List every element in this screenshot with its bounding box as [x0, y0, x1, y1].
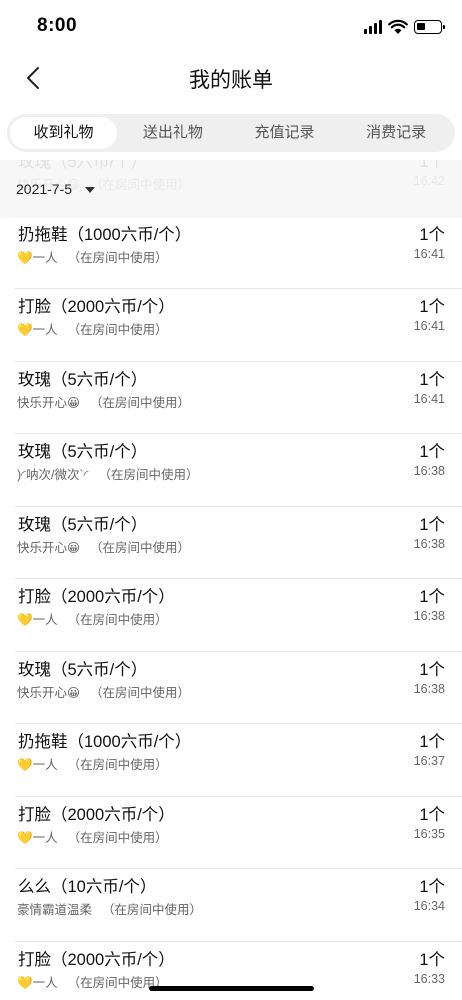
gift-name: 打脸（2000六币/个）	[18, 805, 175, 824]
gift-list[interactable]: 玫瑰（5六币/个）快乐开心😀（在房间中使用）1个16:42扔拖鞋（1000六币/…	[0, 160, 462, 1000]
gift-name: 么么（10六币/个）	[18, 878, 157, 896]
gift-count: 1个	[419, 588, 445, 606]
sender-name: )◜呐次/微次`◜	[17, 468, 89, 482]
sender-name: 💛一人	[17, 323, 58, 337]
gift-sender: 💛一人 （在房间中使用）	[17, 247, 168, 266]
gift-count: 1个	[419, 733, 445, 751]
gift-sender: 💛一人 （在房间中使用）	[17, 754, 168, 773]
gift-name: 玫瑰（5六币/个）	[18, 443, 148, 461]
gift-count: 1个	[419, 515, 445, 534]
status-icons	[364, 17, 445, 37]
gift-name: 玫瑰（5六币/个）	[18, 660, 148, 679]
status-time: 8:00	[37, 15, 78, 36]
gift-name: 打脸（2000六币/个）	[18, 298, 175, 316]
gift-sender: 💛一人 （在房间中使用）	[17, 972, 168, 991]
usage-note: （在房间中使用）	[67, 613, 168, 627]
gift-count: 1个	[419, 225, 445, 244]
sender-name: 💛一人	[17, 613, 58, 627]
list-item[interactable]: 打脸（2000六币/个） 💛一人 （在房间中使用） 1个 16:38	[0, 579, 462, 652]
gift-name: 玫瑰（5六币/个）	[18, 370, 148, 389]
gift-time: 16:34	[413, 899, 445, 913]
tab-received-gifts[interactable]: 收到礼物	[10, 117, 117, 149]
usage-note: （在房间中使用）	[67, 323, 168, 337]
gift-sender: 快乐开心😀 （在房间中使用）	[17, 392, 190, 411]
gift-name: 打脸（2000六币/个）	[18, 950, 175, 969]
gift-time: 16:35	[413, 826, 445, 841]
gift-sender: 快乐开心😀 （在房间中使用）	[17, 682, 190, 701]
gift-count: 1个	[419, 878, 445, 896]
usage-note: （在房间中使用）	[90, 685, 191, 700]
usage-note: （在房间中使用）	[102, 903, 203, 917]
gift-count: 1个	[419, 370, 445, 389]
list-item[interactable]: 玫瑰（5六币/个） 快乐开心😀 （在房间中使用） 1个 16:38	[0, 507, 462, 580]
gift-time: 16:41	[413, 391, 445, 406]
sender-name: 快乐开心😀	[17, 395, 81, 410]
usage-note: （在房间中使用）	[67, 250, 168, 265]
tab-sent-gifts[interactable]: 送出礼物	[117, 117, 229, 149]
gift-sender: 豪情霸道温柔 （在房间中使用）	[17, 899, 202, 918]
home-indicator	[149, 986, 314, 991]
gift-count: 1个	[419, 298, 445, 316]
list-item[interactable]: 扔拖鞋（1000六币/个） 💛一人 （在房间中使用） 1个 16:37	[0, 724, 462, 797]
list-item[interactable]: 玫瑰（5六币/个） 快乐开心😀 （在房间中使用） 1个 16:41	[0, 362, 462, 435]
list-item[interactable]: 打脸（2000六币/个） 💛一人 （在房间中使用） 1个 16:33	[0, 942, 462, 1000]
tab-bar: 收到礼物 送出礼物 充值记录 消费记录	[7, 114, 455, 152]
gift-time: 16:38	[413, 536, 445, 551]
gift-count: 1个	[419, 660, 445, 679]
gift-time: 16:38	[413, 609, 445, 623]
gift-time: 16:41	[413, 246, 445, 261]
gift-count: 1个	[419, 950, 445, 969]
usage-note: （在房间中使用）	[67, 758, 168, 772]
list-item[interactable]: 玫瑰（5六币/个） )◜呐次/微次`◜ （在房间中使用） 1个 16:38	[0, 434, 462, 507]
gift-name: 扔拖鞋（1000六币/个）	[18, 733, 192, 751]
list-item[interactable]: 玫瑰（5六币/个） 快乐开心😀 （在房间中使用） 1个 16:38	[0, 652, 462, 725]
list-item[interactable]: 打脸（2000六币/个） 💛一人 （在房间中使用） 1个 16:35	[0, 797, 462, 870]
battery-icon	[414, 20, 445, 34]
sender-name: 💛一人	[17, 758, 58, 772]
usage-note: （在房间中使用）	[67, 830, 168, 845]
usage-note: （在房间中使用）	[90, 540, 191, 555]
gift-time: 16:37	[413, 754, 445, 768]
date-label: 2021-7-5	[16, 181, 73, 197]
gift-time: 16:33	[413, 971, 445, 986]
tab-spending-records[interactable]: 消费记录	[340, 117, 452, 149]
usage-note: （在房间中使用）	[90, 395, 191, 410]
nav-bar: 我的账单	[0, 52, 462, 104]
gift-name: 打脸（2000六币/个）	[18, 588, 175, 606]
gift-list-content: 玫瑰（5六币/个）快乐开心😀（在房间中使用）1个16:42扔拖鞋（1000六币/…	[0, 160, 462, 1000]
gift-sender: 💛一人 （在房间中使用）	[17, 827, 168, 846]
usage-note: （在房间中使用）	[98, 468, 199, 482]
list-item[interactable]: 打脸（2000六币/个） 💛一人 （在房间中使用） 1个 16:41	[0, 289, 462, 362]
status-bar: 8:00	[0, 0, 462, 52]
gift-count: 1个	[419, 805, 445, 824]
gift-sender: 💛一人 （在房间中使用）	[17, 319, 168, 338]
tab-recharge-records[interactable]: 充值记录	[229, 117, 341, 149]
gift-sender: )◜呐次/微次`◜ （在房间中使用）	[17, 464, 199, 483]
sender-name: 快乐开心😀	[17, 685, 81, 700]
gift-sender: 快乐开心😀 （在房间中使用）	[17, 537, 190, 556]
gift-sender: 💛一人 （在房间中使用）	[17, 609, 168, 628]
wifi-icon	[388, 19, 408, 34]
gift-name: 玫瑰（5六币/个）	[18, 515, 148, 534]
caret-down-icon	[85, 187, 95, 193]
gift-time: 16:38	[413, 681, 445, 696]
sender-name: 💛一人	[17, 830, 58, 845]
list-item[interactable]: 么么（10六币/个） 豪情霸道温柔 （在房间中使用） 1个 16:34	[0, 869, 462, 942]
gift-time: 16:38	[413, 464, 445, 478]
signal-icon	[364, 20, 382, 34]
date-filter[interactable]: 2021-7-5	[0, 160, 462, 218]
gift-name: 扔拖鞋（1000六币/个）	[18, 225, 192, 244]
sender-name: 💛一人	[17, 975, 58, 990]
gift-count: 1个	[419, 443, 445, 461]
page-title: 我的账单	[189, 69, 273, 92]
list-item[interactable]: 扔拖鞋（1000六币/个） 💛一人 （在房间中使用） 1个 16:41	[0, 217, 462, 290]
sender-name: 快乐开心😀	[17, 540, 81, 555]
sender-name: 💛一人	[17, 250, 58, 265]
sender-name: 豪情霸道温柔	[17, 903, 93, 917]
gift-time: 16:41	[413, 319, 445, 333]
